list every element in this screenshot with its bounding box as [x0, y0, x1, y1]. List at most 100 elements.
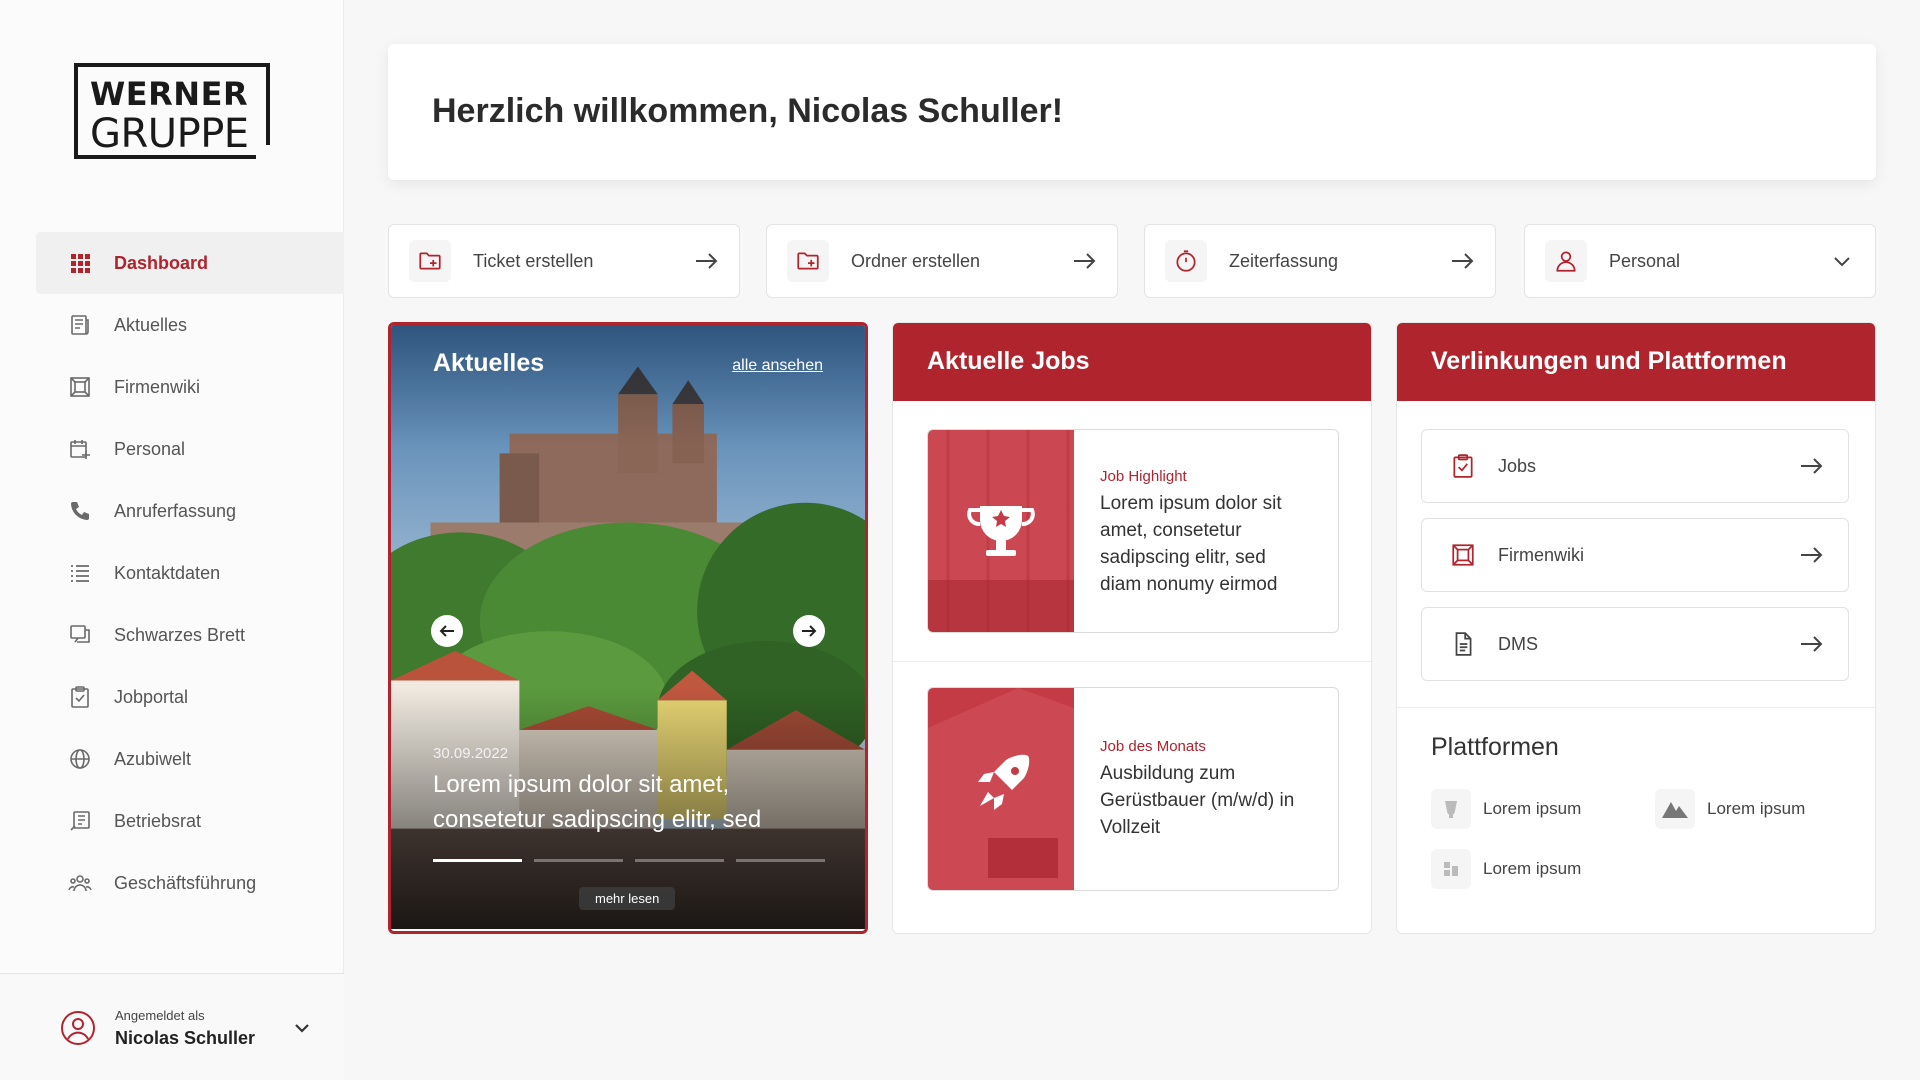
- wiki-icon: [70, 377, 90, 397]
- link-jobs[interactable]: Jobs: [1421, 429, 1849, 503]
- quick-action-label: Ordner erstellen: [851, 250, 981, 271]
- user-icon: [1545, 240, 1587, 282]
- chevron-down-icon: [1834, 257, 1850, 267]
- sidebar-item-label: Geschäftsführung: [114, 872, 257, 893]
- arrow-right-icon: [1801, 458, 1823, 474]
- platform-label: Lorem ipsum: [1483, 799, 1582, 818]
- jobs-card-title: Aktuelle Jobs: [893, 323, 1371, 401]
- list-icon: [71, 565, 89, 582]
- calendar-plus-icon: [70, 440, 90, 459]
- sidebar-item-label: Anruferfassung: [114, 500, 237, 521]
- zeiterfassung-button[interactable]: Zeiterfassung: [1144, 224, 1496, 298]
- job-image: [928, 430, 1074, 632]
- sidebar: WERNER GRUPPE Dashboard Aktuelles Firmen…: [0, 0, 344, 1080]
- sidebar-item-personal[interactable]: Personal: [36, 418, 344, 480]
- sidebar-item-geschaeftsfuehrung[interactable]: Geschäftsführung: [36, 852, 344, 914]
- ticket-erstellen-button[interactable]: Ticket erstellen: [388, 224, 740, 298]
- user-menu[interactable]: Angemeldet als Nicolas Schuller: [0, 973, 344, 1080]
- sidebar-item-schwarzes-brett[interactable]: Schwarzes Brett: [36, 604, 344, 666]
- news-headline[interactable]: Lorem ipsum dolor sit amet, consetetur s…: [433, 767, 833, 837]
- quick-action-label: Zeiterfassung: [1229, 250, 1339, 271]
- sidebar-item-jobportal[interactable]: Jobportal: [36, 666, 344, 728]
- sidebar-item-label: Betriebsrat: [114, 810, 202, 831]
- folder-plus-icon: [409, 240, 451, 282]
- logo-line2: GRUPPE: [90, 111, 249, 157]
- carousel-indicator[interactable]: [534, 859, 623, 862]
- phone-icon: [71, 502, 89, 520]
- wiki-icon: [1452, 544, 1474, 566]
- logged-in-label: Angemeldet als: [115, 1008, 205, 1023]
- sidebar-item-dashboard[interactable]: Dashboard: [36, 232, 344, 294]
- clipboard-check-icon: [1453, 454, 1473, 478]
- jobs-card: Aktuelle Jobs Job Highlight Lorem ipsum …: [892, 322, 1372, 934]
- platform-logo-icon: [1431, 849, 1471, 889]
- sidebar-item-betriebsrat[interactable]: Betriebsrat: [36, 790, 344, 852]
- company-logo[interactable]: WERNER GRUPPE: [74, 63, 270, 159]
- platform-link[interactable]: Lorem ipsum: [1431, 789, 1581, 829]
- sidebar-item-kontaktdaten[interactable]: Kontaktdaten: [36, 542, 344, 604]
- people-icon: [68, 875, 92, 892]
- platform-label: Lorem ipsum: [1707, 799, 1806, 818]
- mountain-logo-icon: [1655, 789, 1695, 829]
- globe-icon: [70, 749, 90, 769]
- logo-line1: WERNER: [90, 75, 249, 113]
- job-category: Job des Monats: [1100, 738, 1206, 755]
- carousel-prev-button[interactable]: [431, 615, 463, 647]
- arrow-right-icon: [1074, 253, 1096, 269]
- carousel-indicator[interactable]: [433, 859, 522, 862]
- carousel-indicator[interactable]: [635, 859, 724, 862]
- ordner-erstellen-button[interactable]: Ordner erstellen: [766, 224, 1118, 298]
- news-carousel: Aktuelles alle ansehen 30.09.2022 Lorem …: [388, 322, 868, 934]
- platform-link[interactable]: Lorem ipsum: [1655, 789, 1805, 829]
- news-view-all-link[interactable]: alle ansehen: [732, 357, 823, 375]
- link-dms[interactable]: DMS: [1421, 607, 1849, 681]
- arrow-right-icon: [1801, 547, 1823, 563]
- sidebar-item-aktuelles[interactable]: Aktuelles: [36, 294, 344, 356]
- arrow-left-icon: [439, 625, 454, 637]
- sidebar-item-firmenwiki[interactable]: Firmenwiki: [36, 356, 344, 418]
- links-card: Verlinkungen und Plattformen Jobs Firmen…: [1396, 322, 1876, 934]
- news-title: Aktuelles: [433, 349, 545, 377]
- read-more-button[interactable]: mehr lesen: [579, 887, 676, 910]
- platform-link[interactable]: Lorem ipsum: [1431, 849, 1581, 889]
- newspaper-icon: [71, 315, 89, 335]
- grid-icon: [71, 254, 90, 273]
- sidebar-nav: Dashboard Aktuelles Firmenwiki Personal …: [36, 232, 344, 914]
- sidebar-item-azubiwelt[interactable]: Azubiwelt: [36, 728, 344, 790]
- user-name: Nicolas Schuller: [115, 1028, 256, 1048]
- job-category: Job Highlight: [1100, 468, 1187, 485]
- quick-action-label: Ticket erstellen: [473, 250, 594, 271]
- board-icon: [70, 625, 90, 643]
- stopwatch-icon: [1165, 240, 1207, 282]
- clipboard-icon: [71, 686, 89, 708]
- quick-action-label: Personal: [1609, 250, 1681, 271]
- job-text: Lorem ipsum dolor sit amet, consetetur s…: [1100, 493, 1282, 595]
- sidebar-item-label: Jobportal: [114, 686, 189, 707]
- personal-dropdown[interactable]: Personal: [1524, 224, 1876, 298]
- chevron-down-icon[interactable]: [292, 1018, 312, 1038]
- link-firmenwiki[interactable]: Firmenwiki: [1421, 518, 1849, 592]
- document-icon: [70, 811, 90, 831]
- sidebar-item-anruferfassung[interactable]: Anruferfassung: [36, 480, 344, 542]
- platforms-title: Plattformen: [1431, 733, 1559, 761]
- arrow-right-icon: [802, 625, 817, 637]
- job-of-month-item[interactable]: Job des Monats Ausbildung zum Gerüstbaue…: [927, 687, 1339, 891]
- sidebar-item-label: Kontaktdaten: [114, 562, 221, 583]
- carousel-next-button[interactable]: [793, 615, 825, 647]
- carousel-indicators: [433, 859, 825, 862]
- sidebar-item-label: Personal: [114, 438, 186, 459]
- job-highlight-item[interactable]: Job Highlight Lorem ipsum dolor sit amet…: [927, 429, 1339, 633]
- welcome-banner: Herzlich willkommen, Nicolas Schuller!: [388, 44, 1876, 180]
- arrow-right-icon: [1801, 636, 1823, 652]
- job-text: Ausbildung zum Gerüstbauer (m/w/d) in Vo…: [1100, 763, 1295, 838]
- sidebar-item-label: Aktuelles: [114, 314, 188, 335]
- news-date: 30.09.2022: [433, 745, 509, 762]
- sidebar-item-label: Dashboard: [114, 252, 209, 273]
- arrow-right-icon: [696, 253, 718, 269]
- user-avatar-icon: [61, 1011, 95, 1045]
- sidebar-item-label: Schwarzes Brett: [114, 624, 246, 645]
- link-label: DMS: [1498, 633, 1538, 654]
- sidebar-item-label: Firmenwiki: [114, 376, 201, 397]
- carousel-indicator[interactable]: [736, 859, 825, 862]
- link-label: Firmenwiki: [1498, 544, 1585, 565]
